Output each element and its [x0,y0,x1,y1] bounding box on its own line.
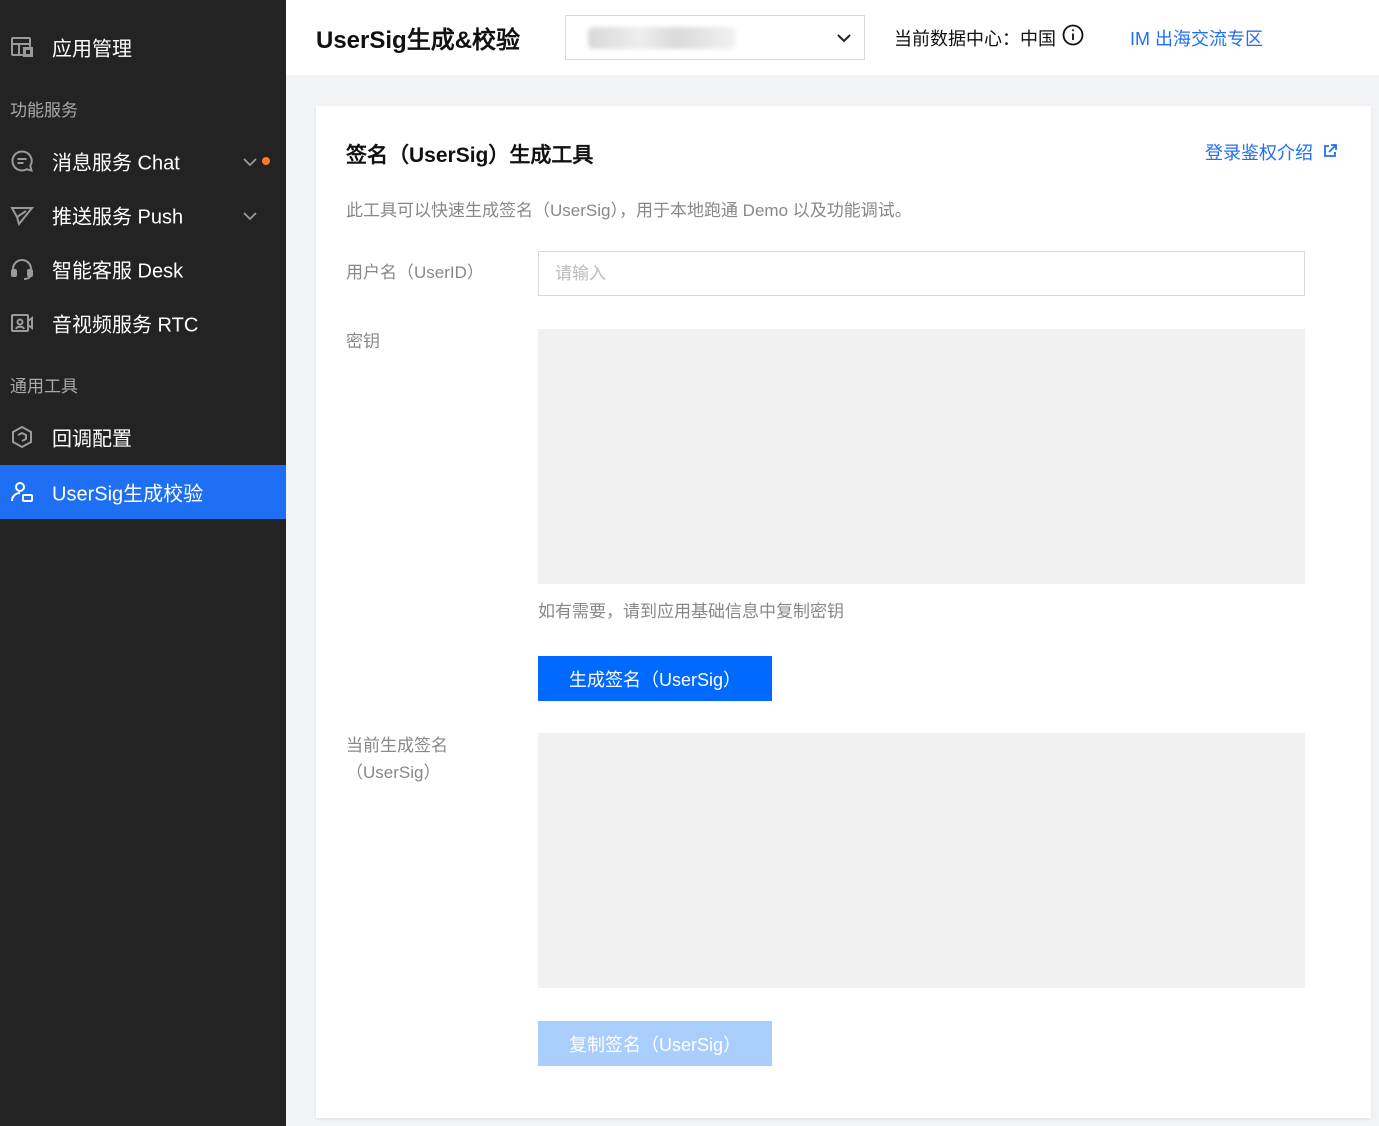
top-header: UserSig生成&校验 当前数据中心：中国 IM 出海交流专区 [286,0,1379,75]
secret-hint: 如有需要，请到应用基础信息中复制密钥 [538,602,844,621]
sidebar-item-rtc[interactable]: 音视频服务 RTC [0,296,286,350]
secret-label: 密钥 [346,332,380,351]
chat-bubble-icon [10,149,34,173]
nav-group-tools: 通用工具 [10,377,78,396]
sidebar-item-usersig[interactable]: UserSig生成校验 [0,465,286,519]
video-camera-icon [10,311,34,335]
sidebar-item-label: 智能客服 Desk [52,260,184,283]
headset-icon [10,257,34,281]
sidebar-item-push[interactable]: 推送服务 Push [0,188,286,242]
sidebar-item-label: 回调配置 [52,428,132,451]
datacenter-label: 当前数据中心：中国 [894,29,1056,49]
sidebar-item-label: 消息服务 Chat [52,152,180,175]
userid-label: 用户名（UserID） [346,263,484,282]
user-key-icon [10,480,34,504]
chevron-down-icon[interactable] [242,207,258,223]
callback-cube-icon [10,425,34,449]
current-sig-label-line1: 当前生成签名 [346,736,448,755]
info-icon[interactable] [1062,24,1084,46]
sidebar-item-label: 推送服务 Push [52,206,184,229]
tool-description: 此工具可以快速生成签名（UserSig），用于本地跑通 Demo 以及功能调试。 [346,201,912,220]
sidebar: 应用管理 功能服务 消息服务 Chat 推送服务 Push 智能客服 Desk … [0,0,286,1126]
nav-group-services: 功能服务 [10,101,78,120]
usersig-tool-card: 签名（UserSig）生成工具 登录鉴权介绍 此工具可以快速生成签名（UserS… [316,106,1371,1118]
chevron-down-icon[interactable] [242,153,258,169]
generated-usersig-textarea[interactable] [538,733,1305,988]
sidebar-item-app-manage[interactable]: 应用管理 [0,20,286,74]
current-sig-label-line2: （UserSig） [346,763,441,782]
sidebar-item-callback[interactable]: 回调配置 [0,410,286,464]
sidebar-item-label: UserSig生成校验 [52,483,204,506]
sidebar-item-desk[interactable]: 智能客服 Desk [0,242,286,296]
paper-plane-icon [10,203,34,227]
notification-dot [262,157,270,165]
userid-input[interactable] [538,251,1305,296]
generate-usersig-button[interactable]: 生成签名（UserSig） [538,656,772,701]
app-grid-icon [10,35,34,59]
chevron-down-icon[interactable] [836,30,852,46]
sidebar-item-label: 应用管理 [52,38,132,61]
page-title: UserSig生成&校验 [316,27,521,54]
sidebar-item-chat[interactable]: 消息服务 Chat [0,134,286,188]
secret-key-textarea[interactable] [538,329,1305,584]
external-link-icon[interactable] [1322,143,1338,159]
sidebar-item-label: 音视频服务 RTC [52,314,199,337]
im-community-link[interactable]: IM 出海交流专区 [1130,25,1263,51]
auth-doc-link[interactable]: 登录鉴权介绍 [1205,139,1313,165]
copy-usersig-button: 复制签名（UserSig） [538,1021,772,1066]
redacted-app-name [588,27,736,49]
current-sig-label: 当前生成签名 （UserSig） [346,732,448,786]
app-select[interactable] [565,15,865,60]
card-title: 签名（UserSig）生成工具 [346,144,594,167]
